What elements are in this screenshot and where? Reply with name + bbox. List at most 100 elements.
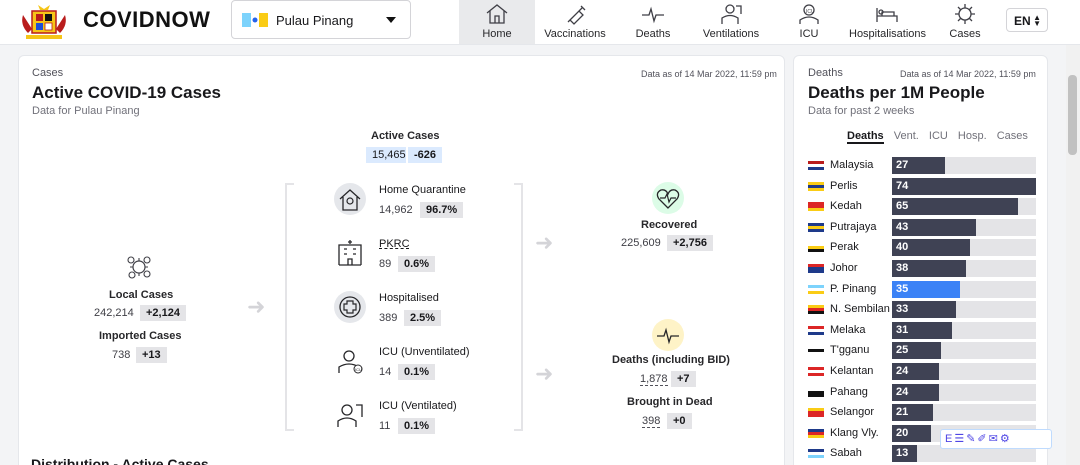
nav-hospitalisations[interactable]: Hospitalisations (849, 0, 926, 44)
state-name: Kelantan (830, 365, 874, 377)
svg-text:ICU: ICU (355, 367, 362, 372)
bar-value: 13 (896, 447, 909, 460)
pkrc-label[interactable]: PKRC (379, 238, 410, 250)
bar-track (892, 218, 1036, 236)
active-cases-delta: -626 (408, 147, 443, 163)
state-name: Perlis (830, 179, 858, 192)
bar-value: 40 (896, 241, 909, 254)
state-bar-row: Melaka 31 (808, 321, 1036, 339)
tab-deaths[interactable]: Deaths (847, 130, 884, 144)
pkrc-pct: 0.6% (398, 256, 436, 272)
state-name: Sabah (830, 447, 862, 460)
icu-unventilated-pct: 0.1% (398, 364, 436, 380)
virus-icon (955, 4, 975, 24)
coat-of-arms-logo[interactable] (18, 3, 70, 41)
tab-ventilation[interactable]: Vent. (894, 130, 919, 142)
pkrc-building-icon (334, 237, 366, 269)
icu-ventilated-value: 11 (379, 420, 391, 432)
icu-ventilated-pct: 0.1% (398, 418, 436, 434)
state-bar-row: N. Sembilan 33 (808, 301, 1036, 319)
bar-track (892, 383, 1036, 401)
distribution-heading: Distribution - Active Cases (31, 456, 209, 465)
section-subtitle: Data for Pulau Pinang (32, 105, 140, 117)
nav-home[interactable]: Home (459, 0, 535, 44)
active-cases-label: Active Cases (371, 130, 440, 142)
home-quarantine-icon (334, 183, 366, 215)
state-bar-row: Kedah 65 (808, 198, 1036, 216)
local-cases-value: 242,214 (94, 307, 134, 319)
deaths-per-million-card: Deaths Data as of 14 Mar 2022, 11:59 pm … (793, 55, 1048, 465)
nav-ventilations-label: Ventilations (702, 28, 760, 40)
state-bar-row: Perak 40 (808, 239, 1036, 257)
tab-cases[interactable]: Cases (997, 130, 1028, 142)
home-quarantine-pct: 96.7% (420, 202, 464, 218)
home-quarantine-value: 14,962 (379, 204, 413, 216)
bar-track (892, 157, 1036, 174)
local-cases-delta: +2,124 (140, 305, 186, 321)
page-scrollbar-thumb[interactable] (1068, 75, 1077, 155)
bracket-left (285, 183, 294, 431)
nav-deaths[interactable]: Deaths (627, 0, 679, 44)
bid-value[interactable]: 398 (642, 415, 661, 428)
bar-value: 20 (896, 426, 909, 439)
bar-track (892, 342, 1036, 360)
svg-text:ICU: ICU (806, 9, 815, 15)
chevron-down-icon (386, 17, 396, 23)
state-name: P. Pinang (830, 282, 877, 295)
nav-vaccinations-label: Vaccinations (544, 28, 606, 40)
heart-pulse-icon (652, 182, 684, 214)
state-flag-icon (808, 161, 824, 170)
state-name: Putrajaya (830, 220, 877, 233)
nav-cases-label: Cases (949, 28, 981, 40)
deaths-delta: +7 (671, 371, 696, 387)
nav-icu[interactable]: ICU ICU (790, 0, 828, 44)
icu-icon: ICU (799, 4, 819, 24)
state-name: Kedah (830, 200, 862, 213)
recovered-label: Recovered (641, 219, 698, 231)
nav-ventilations[interactable]: Ventilations (700, 0, 762, 44)
active-cases-value: 15,465 (366, 147, 406, 163)
language-select[interactable]: EN ▲ ▼ (1006, 8, 1048, 32)
nav-vaccinations[interactable]: Vaccinations (541, 0, 609, 44)
language-value: EN (1014, 14, 1031, 28)
bar-track (892, 198, 1036, 216)
icu-ventilated-label: ICU (Ventilated) (379, 400, 457, 412)
recovered-delta: +2,756 (667, 235, 713, 251)
nav-cases[interactable]: Cases (946, 0, 984, 44)
state-select[interactable]: Pulau Pinang (231, 0, 411, 39)
state-name: Selangor (830, 406, 875, 419)
bar-value: 27 (896, 159, 909, 171)
deaths-subtitle: Data for past 2 weeks (808, 105, 915, 117)
bar-value: 43 (896, 220, 909, 233)
tab-hospitalisation[interactable]: Hosp. (958, 130, 987, 142)
bid-label: Brought in Dead (627, 396, 713, 408)
state-flag-icon (808, 428, 824, 438)
deaths-kicker: Deaths (808, 67, 843, 79)
state-flag-icon (808, 284, 824, 294)
section-kicker: Cases (32, 67, 64, 79)
state-flag-icon (808, 408, 824, 418)
updown-caret-icon: ▲ ▼ (1033, 13, 1041, 28)
state-flag-icon (808, 367, 824, 376)
brand-name[interactable]: COVIDNOW (83, 7, 210, 33)
state-flag-icon (808, 305, 824, 315)
hospitalised-pct: 2.5% (404, 310, 442, 326)
bar-track (892, 260, 1036, 277)
floating-extension-toolbar[interactable]: E☰✎✐✉⚙ (940, 429, 1052, 449)
state-name: Johor (830, 262, 858, 274)
state-flag-icon (808, 387, 824, 397)
deaths-value[interactable]: 1,878 (640, 373, 668, 386)
bar-fill (892, 177, 1036, 195)
deaths-timestamp: Data as of 14 Mar 2022, 11:59 pm (900, 69, 1036, 79)
home-icon (486, 4, 508, 24)
state-flag-icon (808, 202, 824, 212)
state-flag-icon (808, 181, 824, 191)
bid-delta: +0 (667, 413, 692, 429)
state-name: N. Sembilan (830, 303, 890, 316)
bar-value: 33 (896, 303, 909, 316)
state-flag-icon (808, 243, 824, 253)
bar-value: 24 (896, 385, 909, 398)
tab-icu[interactable]: ICU (929, 130, 948, 142)
nav-deaths-label: Deaths (635, 28, 671, 40)
state-bar-row: Johor 38 (808, 260, 1036, 277)
